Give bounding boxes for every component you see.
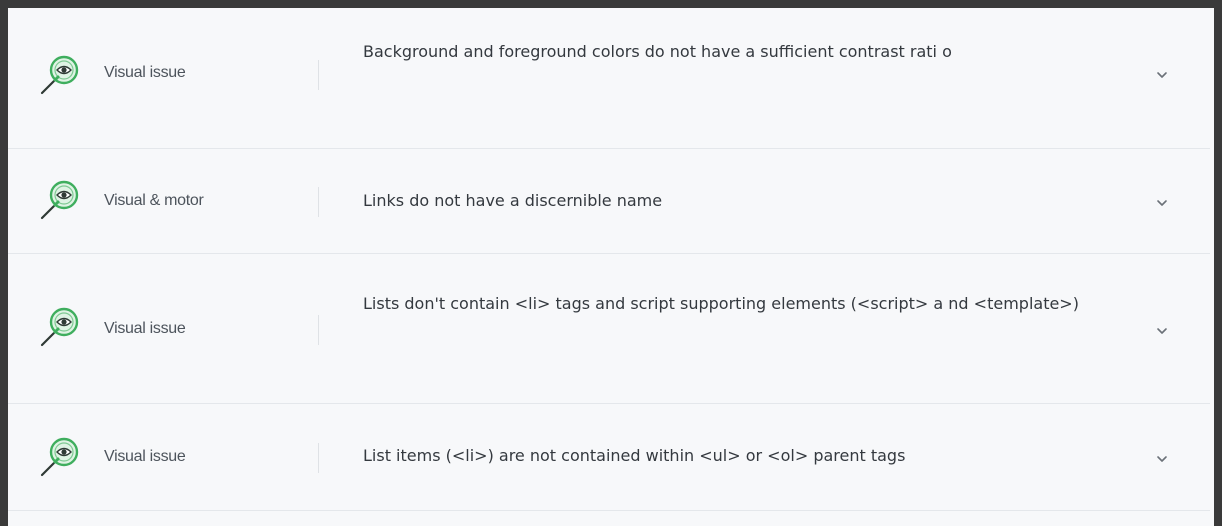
issue-row[interactable]: Visual issue List items (<li>) are not c… — [8, 404, 1210, 511]
chevron-down-icon[interactable] — [1154, 195, 1170, 211]
row-divider — [318, 315, 319, 345]
next-row-edge — [8, 511, 1210, 526]
issue-title: Links do not have a discernible name — [363, 191, 663, 210]
issue-category: Visual issue — [104, 448, 186, 465]
issues-list: Visual issue Background and foreground c… — [8, 8, 1214, 526]
issue-title: List items (<li>) are not contained with… — [363, 446, 906, 465]
issue-category: Visual issue — [104, 320, 186, 337]
issue-title: Background and foreground colors do not … — [363, 42, 952, 61]
issue-row[interactable]: Visual issue Lists don't contain <li> ta… — [8, 254, 1210, 404]
issue-row[interactable]: Visual & motor Links do not have a disce… — [8, 149, 1210, 254]
magnifier-eye-icon — [34, 432, 84, 482]
row-divider — [318, 60, 319, 90]
issue-category: Visual & motor — [104, 192, 204, 209]
chevron-down-icon[interactable] — [1154, 67, 1170, 83]
issue-category: Visual issue — [104, 64, 186, 81]
row-divider — [318, 443, 319, 473]
magnifier-eye-icon — [34, 175, 84, 225]
magnifier-eye-icon — [34, 50, 84, 100]
row-divider — [318, 187, 319, 217]
chevron-down-icon[interactable] — [1154, 323, 1170, 339]
magnifier-eye-icon — [34, 302, 84, 352]
chevron-down-icon[interactable] — [1154, 451, 1170, 467]
issue-title: Lists don't contain <li> tags and script… — [363, 294, 1079, 313]
issue-row[interactable]: Visual issue Background and foreground c… — [8, 8, 1210, 149]
